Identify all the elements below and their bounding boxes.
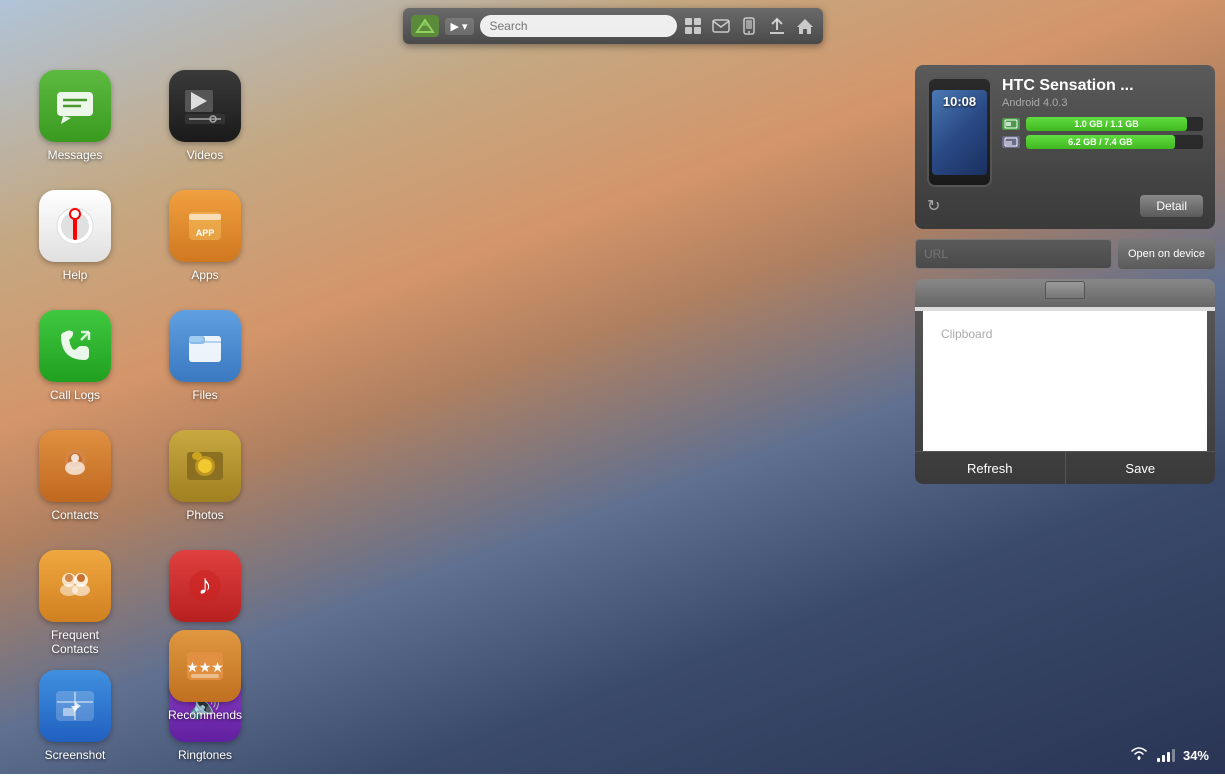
clipboard-clip — [1045, 281, 1085, 299]
storage-sd-icon — [1002, 136, 1020, 148]
battery-text: 34% — [1183, 748, 1209, 763]
storage-internal-icon — [1002, 118, 1020, 130]
app-item-help[interactable]: Help — [10, 180, 140, 300]
app-logo[interactable] — [411, 15, 439, 37]
music-icon: ♪ — [169, 550, 241, 622]
storage-internal-bar-container: 1.0 GB / 1.1 GB — [1026, 117, 1203, 131]
app-item-contacts[interactable]: Contacts — [10, 420, 140, 540]
calllogs-label: Call Logs — [50, 388, 100, 402]
storage-sd-text: 6.2 GB / 7.4 GB — [1068, 137, 1133, 147]
device-os: Android 4.0.3 — [1002, 97, 1203, 109]
clipboard-body: Clipboard — [923, 311, 1207, 451]
screenshot-label: Screenshot — [45, 748, 106, 762]
signal-bar-2 — [1162, 755, 1165, 762]
toolbar-icons — [683, 16, 815, 36]
device-name: HTC Sensation ... — [1002, 77, 1203, 95]
device-info: HTC Sensation ... Android 4.0.3 1.0 GB /… — [1002, 77, 1203, 153]
app-item-frequent[interactable]: Frequent Contacts — [10, 540, 140, 660]
grid-icon[interactable] — [683, 16, 703, 36]
recommends-label: Recommends — [168, 708, 242, 722]
storage-internal-bar: 1.0 GB / 1.1 GB — [1026, 117, 1187, 131]
contacts-label: Contacts — [51, 508, 98, 522]
svg-text:APP: APP — [196, 228, 215, 238]
svg-text:★★★: ★★★ — [186, 659, 224, 675]
device-phone-image: 10:08 — [927, 77, 992, 187]
clipboard-label: Clipboard — [931, 319, 1199, 345]
signal-bars — [1157, 749, 1175, 762]
storage-internal-text: 1.0 GB / 1.1 GB — [1074, 119, 1139, 129]
open-device-button[interactable]: Open on device — [1118, 239, 1215, 269]
clipboard-section: Clipboard Refresh Save — [915, 279, 1215, 484]
apps-icon: APP — [169, 190, 241, 262]
contacts-icon — [39, 430, 111, 502]
app-item-videos[interactable]: Videos — [140, 60, 270, 180]
device-footer: ↻ Detail — [927, 195, 1203, 217]
app-item-photos[interactable]: Photos — [140, 420, 270, 540]
detail-button[interactable]: Detail — [1140, 195, 1203, 217]
phone-time: 10:08 — [943, 94, 976, 109]
toolbar: ▶ ▾ — [403, 8, 823, 44]
files-label: Files — [192, 388, 217, 402]
app-item-apps[interactable]: APP Apps — [140, 180, 270, 300]
storage-sd-bar-container: 6.2 GB / 7.4 GB — [1026, 135, 1203, 149]
ringtones-label: Ringtones — [178, 748, 232, 762]
messages-icon — [39, 70, 111, 142]
help-icon — [39, 190, 111, 262]
signal-bar-4 — [1172, 749, 1175, 762]
clipboard-save-button[interactable]: Save — [1066, 452, 1216, 484]
device-card: 10:08 HTC Sensation ... Android 4.0.3 — [915, 65, 1215, 229]
storage-internal-row: 1.0 GB / 1.1 GB — [1002, 117, 1203, 131]
apps-label: Apps — [191, 268, 218, 282]
wifi-icon — [1129, 745, 1149, 766]
search-input[interactable] — [480, 15, 677, 37]
messages-label: Messages — [48, 148, 103, 162]
photos-label: Photos — [186, 508, 223, 522]
app-item-messages[interactable]: Messages — [10, 60, 140, 180]
phone-screen: 10:08 — [932, 90, 987, 175]
frequent-label: Frequent Contacts — [51, 628, 99, 657]
screenshot-icon — [39, 670, 111, 742]
app-item-calllogs[interactable]: Call Logs — [10, 300, 140, 420]
home-icon[interactable] — [795, 16, 815, 36]
videos-icon — [169, 70, 241, 142]
right-panel: 10:08 HTC Sensation ... Android 4.0.3 — [915, 65, 1215, 484]
signal-bar-1 — [1157, 758, 1160, 762]
clipboard-top — [915, 279, 1215, 307]
play-dropdown-icon: ▾ — [462, 20, 468, 33]
recommends-icon: ★★★ — [169, 630, 241, 702]
help-label: Help — [63, 268, 88, 282]
device-refresh-icon[interactable]: ↻ — [927, 196, 940, 216]
app-item-files[interactable]: Files — [140, 300, 270, 420]
email-icon[interactable] — [711, 16, 731, 36]
photos-icon — [169, 430, 241, 502]
frequent-icon — [39, 550, 111, 622]
clipboard-refresh-button[interactable]: Refresh — [915, 452, 1066, 484]
storage-sd-row: 6.2 GB / 7.4 GB — [1002, 135, 1203, 149]
videos-label: Videos — [187, 148, 223, 162]
play-button[interactable]: ▶ ▾ — [445, 18, 474, 35]
url-bar-section: Open on device — [915, 239, 1215, 269]
url-input[interactable] — [915, 239, 1112, 269]
upload-icon[interactable] — [767, 16, 787, 36]
calllogs-icon — [39, 310, 111, 382]
svg-text:♪: ♪ — [198, 569, 212, 600]
device-header: 10:08 HTC Sensation ... Android 4.0.3 — [927, 77, 1203, 187]
app-item-recommends[interactable]: ★★★ Recommends — [140, 620, 270, 722]
app-item-screenshot[interactable]: Screenshot — [10, 660, 140, 780]
signal-bar-3 — [1167, 752, 1170, 762]
play-icon: ▶ — [451, 20, 459, 33]
status-bar: 34% — [1129, 745, 1209, 766]
device-icon[interactable] — [739, 16, 759, 36]
storage-sd-bar: 6.2 GB / 7.4 GB — [1026, 135, 1175, 149]
clipboard-footer: Refresh Save — [915, 451, 1215, 484]
files-icon — [169, 310, 241, 382]
